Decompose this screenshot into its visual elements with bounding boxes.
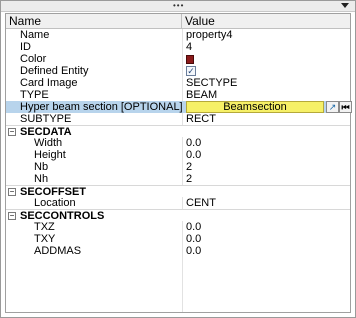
row-nb[interactable]: Nb 2 — [6, 161, 350, 173]
row-card-image[interactable]: Card Image SECTYPE — [6, 77, 350, 89]
row-id[interactable]: ID 4 — [6, 41, 350, 53]
property-label: TXY — [34, 233, 56, 245]
row-addmas[interactable]: ADDMAS 0.0 — [6, 245, 350, 257]
dropdown-arrow-icon[interactable] — [341, 3, 349, 8]
property-value[interactable]: 0.0 — [186, 245, 201, 257]
skip-first-icon[interactable]: ⏮ — [339, 101, 352, 113]
property-label: Location — [34, 197, 76, 209]
section-secoffset[interactable]: − SECOFFSET — [6, 185, 350, 198]
property-label: Defined Entity — [20, 65, 89, 77]
property-label: Nh — [34, 173, 49, 185]
row-location[interactable]: Location CENT — [6, 197, 350, 209]
row-name[interactable]: Name property4 — [6, 29, 350, 41]
property-value[interactable]: 2 — [186, 161, 192, 173]
row-txz[interactable]: TXZ 0.0 — [6, 221, 350, 233]
collapse-icon[interactable]: − — [8, 188, 16, 196]
defined-entity-checkbox[interactable]: ✓ — [186, 66, 196, 76]
row-type[interactable]: TYPE BEAM — [6, 89, 350, 101]
collapse-icon[interactable]: − — [8, 212, 16, 220]
property-label: ID — [20, 41, 31, 53]
row-defined-entity[interactable]: Defined Entity ✓ — [6, 65, 350, 77]
property-value[interactable]: 0.0 — [186, 221, 201, 233]
value-column-header[interactable]: Value — [182, 14, 350, 29]
property-table: Name Value Name property4 ID 4 Color Def… — [5, 13, 352, 313]
row-nh[interactable]: Nh 2 — [6, 173, 350, 185]
property-value[interactable]: 0.0 — [186, 137, 201, 149]
property-rows: Name property4 ID 4 Color Defined Entity… — [6, 29, 352, 257]
property-value[interactable]: 2 — [186, 173, 192, 185]
property-value[interactable]: BEAM — [186, 89, 217, 101]
name-column-header[interactable]: Name — [6, 14, 182, 29]
property-label: Width — [34, 137, 63, 149]
property-label: Hyper beam section [OPTIONAL] — [20, 101, 183, 113]
property-label: Card Image — [20, 77, 78, 89]
property-panel: ••• Name Value Name property4 ID 4 Color… — [0, 0, 356, 318]
property-label: TXZ — [34, 221, 55, 233]
property-value[interactable]: RECT — [186, 113, 216, 125]
property-value[interactable]: SECTYPE — [186, 77, 237, 89]
section-secdata[interactable]: − SECDATA — [6, 125, 350, 138]
property-label: Height — [34, 149, 66, 161]
row-subtype[interactable]: SUBTYPE RECT — [6, 113, 350, 125]
property-value[interactable]: 0.0 — [186, 149, 201, 161]
property-label: TYPE — [20, 89, 49, 101]
row-hyper-beam-section[interactable]: Hyper beam section [OPTIONAL] Beamsectio… — [6, 101, 352, 113]
property-label: SUBTYPE — [20, 113, 72, 125]
property-label: Color — [20, 53, 47, 65]
drag-grip-icon[interactable]: ••• — [173, 2, 184, 10]
row-width[interactable]: Width 0.0 — [6, 137, 350, 149]
color-swatch[interactable] — [186, 55, 194, 64]
collapse-icon[interactable]: − — [8, 128, 16, 136]
property-value[interactable]: property4 — [186, 29, 232, 41]
property-label: Name — [20, 29, 50, 41]
table-header: Name Value — [6, 14, 350, 29]
pick-arrow-icon[interactable]: ↗ — [326, 101, 339, 113]
beamsection-button[interactable]: Beamsection — [186, 101, 324, 113]
row-height[interactable]: Height 0.0 — [6, 149, 350, 161]
property-label: Nb — [34, 161, 49, 173]
panel-titlebar[interactable]: ••• — [1, 1, 355, 12]
row-color[interactable]: Color — [6, 53, 350, 65]
property-value[interactable]: 4 — [186, 41, 192, 53]
property-label: ADDMAS — [34, 245, 82, 257]
row-txy[interactable]: TXY 0.0 — [6, 233, 350, 245]
section-seccontrols[interactable]: − SECCONTROLS — [6, 209, 350, 222]
property-value[interactable]: CENT — [186, 197, 216, 209]
property-value[interactable]: 0.0 — [186, 233, 201, 245]
